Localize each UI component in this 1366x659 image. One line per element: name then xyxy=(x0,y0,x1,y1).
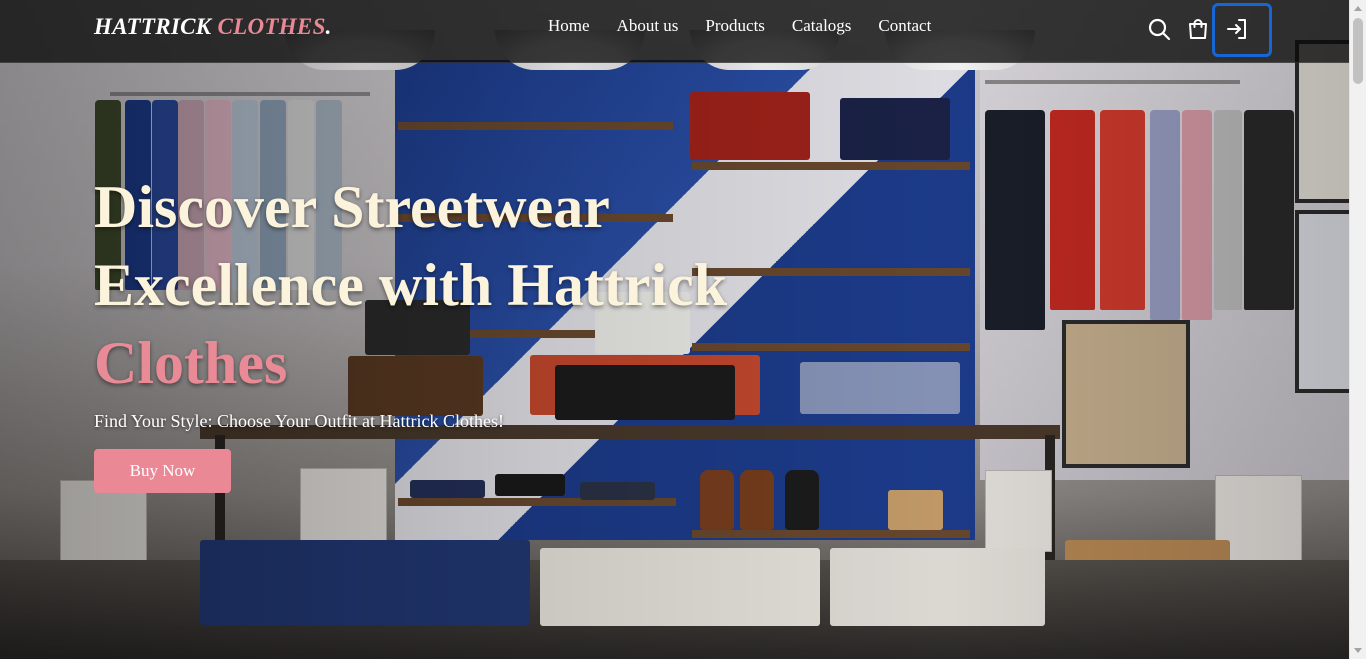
brand-name: HATTRICK xyxy=(94,14,218,39)
brand-name-accent: CLOTHES xyxy=(217,14,326,39)
scroll-up-arrow-icon[interactable] xyxy=(1354,6,1362,11)
nav-link-products[interactable]: Products xyxy=(705,16,765,36)
scroll-down-arrow-icon[interactable] xyxy=(1354,648,1362,653)
hero-title-line1: Discover Streetwear xyxy=(94,174,610,240)
brand-name-suffix: . xyxy=(325,14,332,39)
buy-now-button[interactable]: Buy Now xyxy=(94,449,231,493)
hero-title-line2: Excellence with Hattrick xyxy=(94,252,728,318)
login-icon xyxy=(1227,19,1246,39)
page-scrollbar[interactable] xyxy=(1349,0,1366,659)
scrollbar-thumb[interactable] xyxy=(1353,18,1363,84)
brand-logo[interactable]: HATTRICK CLOTHES. xyxy=(94,14,332,40)
cart-button[interactable] xyxy=(1183,14,1213,44)
page: HATTRICK CLOTHES. Home About us Products… xyxy=(0,0,1349,659)
shopping-bag-icon xyxy=(1189,19,1207,39)
hero-title-accent: Clothes xyxy=(94,330,288,396)
hero-subtitle: Find Your Style: Choose Your Outfit at H… xyxy=(94,411,505,431)
site-header: HATTRICK CLOTHES. Home About us Products… xyxy=(0,0,1349,63)
search-icon xyxy=(1148,18,1171,41)
hero-title: Discover Streetwear Excellence with Hatt… xyxy=(94,168,854,402)
nav-link-about[interactable]: About us xyxy=(617,16,679,36)
search-button[interactable] xyxy=(1144,14,1174,44)
nav-link-home[interactable]: Home xyxy=(548,16,590,36)
nav-link-catalogs[interactable]: Catalogs xyxy=(792,16,852,36)
main-nav: Home About us Products Catalogs Contact xyxy=(548,16,958,36)
login-button[interactable] xyxy=(1222,14,1252,44)
nav-link-contact[interactable]: Contact xyxy=(878,16,931,36)
